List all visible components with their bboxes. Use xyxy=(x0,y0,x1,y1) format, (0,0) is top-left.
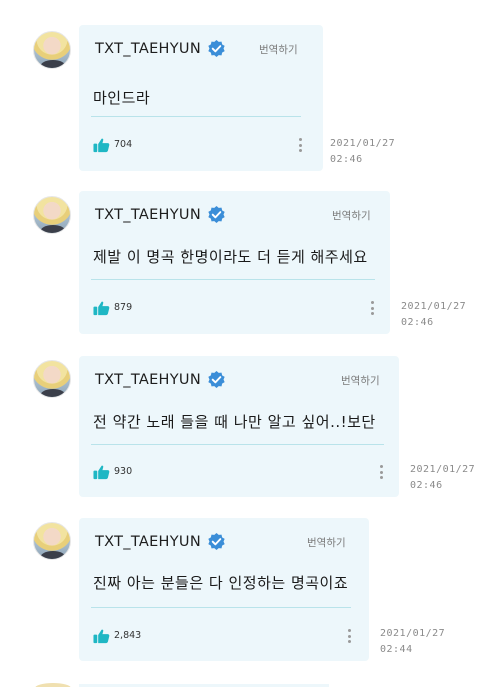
divider xyxy=(91,279,375,280)
timestamp-time: 02:44 xyxy=(380,644,413,655)
like-count: 879 xyxy=(114,302,133,313)
more-options-icon[interactable] xyxy=(370,301,374,315)
timestamp: 2021/01/27 02:46 xyxy=(410,462,475,494)
translate-link[interactable]: 번역하기 xyxy=(332,208,371,223)
thumbs-up-icon[interactable] xyxy=(93,628,110,644)
comment-bubble: TXT_TAEHYUN 번역하기 전 약간 노래 들을 때 나만 알고 싶어..… xyxy=(79,356,399,497)
divider xyxy=(91,607,351,608)
comment-text: 마인드라 xyxy=(93,89,151,107)
avatar[interactable] xyxy=(33,196,71,234)
thumbs-up-icon[interactable] xyxy=(93,300,110,316)
avatar[interactable] xyxy=(33,522,71,560)
comment-text: 전 약간 노래 들을 때 나만 알고 싶어..!보단 xyxy=(93,413,376,431)
timestamp-date: 2021/01/27 xyxy=(410,464,476,475)
more-options-icon[interactable] xyxy=(379,465,383,479)
timestamp: 2021/01/27 02:44 xyxy=(380,626,445,658)
comment-text: 제발 이 명곡 한명이라도 더 듣게 해주세요 xyxy=(93,248,368,266)
comment-feed: TXT_TAEHYUN 번역하기 마인드라 704 2021/01/27 02:… xyxy=(0,0,480,687)
username[interactable]: TXT_TAEHYUN xyxy=(95,207,201,223)
like-count: 2,843 xyxy=(114,630,142,641)
like-count: 704 xyxy=(114,139,133,150)
timestamp: 2021/01/27 02:46 xyxy=(330,136,395,168)
timestamp-time: 02:46 xyxy=(330,154,363,165)
timestamp-date: 2021/01/27 xyxy=(380,628,446,639)
avatar[interactable] xyxy=(35,683,71,687)
timestamp-date: 2021/01/27 xyxy=(401,301,467,312)
comment-bubble: TXT_TAEHYUN 번역하기 진짜 아는 분들은 다 인정하는 명곡이죠 2… xyxy=(79,518,369,661)
divider xyxy=(91,116,301,117)
username[interactable]: TXT_TAEHYUN xyxy=(95,372,201,388)
timestamp-time: 02:46 xyxy=(401,317,434,328)
user-row: TXT_TAEHYUN xyxy=(95,205,226,224)
verified-badge-icon xyxy=(208,39,225,58)
thumbs-up-icon[interactable] xyxy=(93,137,110,153)
timestamp-time: 02:46 xyxy=(410,480,443,491)
verified-badge-icon xyxy=(208,532,225,551)
user-row: TXT_TAEHYUN xyxy=(95,39,226,58)
verified-badge-icon xyxy=(208,370,225,389)
divider xyxy=(91,444,384,445)
more-options-icon[interactable] xyxy=(347,629,351,643)
more-options-icon[interactable] xyxy=(298,138,302,152)
username[interactable]: TXT_TAEHYUN xyxy=(95,534,201,550)
verified-badge-icon xyxy=(208,205,225,224)
user-row: TXT_TAEHYUN xyxy=(95,532,226,551)
translate-link[interactable]: 번역하기 xyxy=(307,535,346,550)
comment-bubble: TXT_TAEHYUN 번역하기 마인드라 704 xyxy=(79,25,323,171)
username[interactable]: TXT_TAEHYUN xyxy=(95,41,201,57)
translate-link[interactable]: 번역하기 xyxy=(259,42,298,57)
thumbs-up-icon[interactable] xyxy=(93,464,110,480)
like-count: 930 xyxy=(114,466,133,477)
timestamp-date: 2021/01/27 xyxy=(330,138,396,149)
comment-text: 진짜 아는 분들은 다 인정하는 명곡이죠 xyxy=(93,574,349,592)
avatar[interactable] xyxy=(33,360,71,398)
comment-bubble: TXT_TAEHYUN 번역하기 제발 이 명곡 한명이라도 더 듣게 해주세요… xyxy=(79,191,390,334)
translate-link[interactable]: 번역하기 xyxy=(341,373,380,388)
timestamp: 2021/01/27 02:46 xyxy=(401,299,466,331)
user-row: TXT_TAEHYUN xyxy=(95,370,226,389)
avatar[interactable] xyxy=(33,31,71,69)
